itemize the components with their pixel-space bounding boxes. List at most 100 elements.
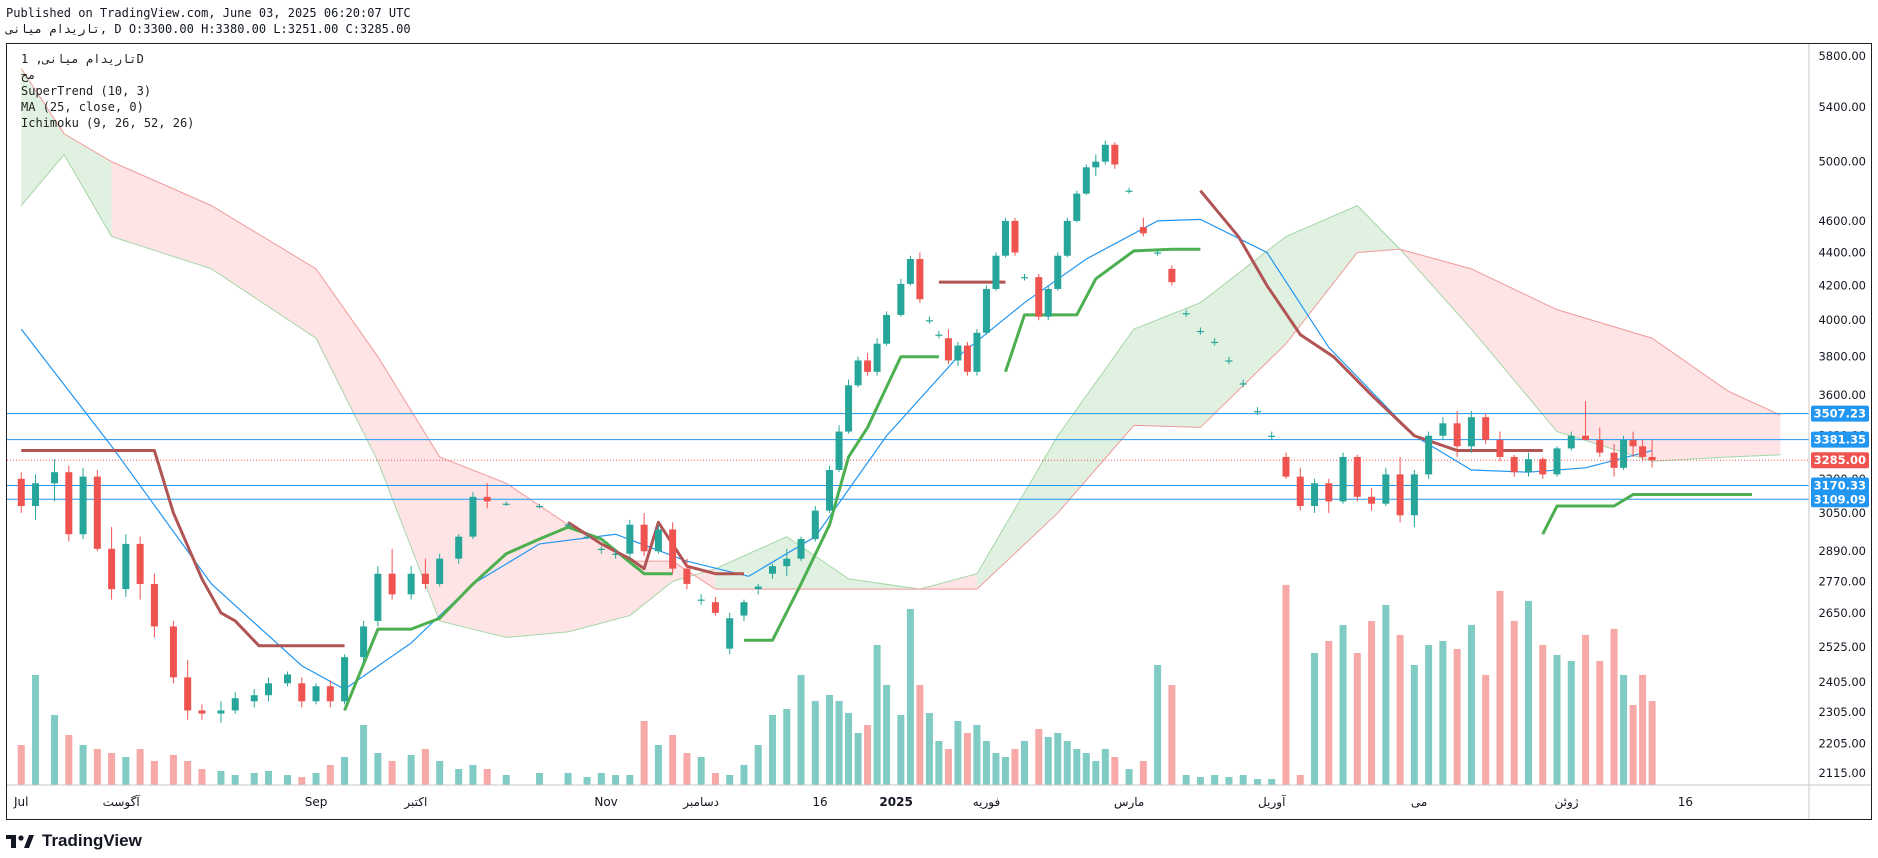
price-chart[interactable]: 5800.00 5400.00 5000.00 4600.00 4400.00 4200.… [7, 44, 1871, 819]
candle-body [1553, 448, 1561, 475]
volume-bar [597, 772, 605, 785]
candle-body [312, 686, 320, 702]
volume-bar [954, 720, 962, 785]
ichimoku-cloud-segment [976, 435, 1058, 590]
candle-body [1125, 190, 1133, 192]
candle-body [654, 529, 662, 552]
candle-body [683, 568, 691, 584]
candle-body [754, 586, 762, 590]
volume-bar [916, 684, 924, 785]
volume-bar [1410, 664, 1418, 785]
candle-body [797, 539, 805, 559]
candle-body [1510, 456, 1518, 473]
volume-bar [583, 776, 591, 785]
volume-bar [1154, 664, 1162, 785]
volume-bar [697, 756, 705, 785]
candle-body [963, 345, 971, 372]
candle-body [697, 599, 705, 601]
volume-bar [883, 684, 891, 785]
ichimoku-cloud-segment [316, 268, 378, 462]
price-tick-label: 3600.00 [1818, 388, 1866, 402]
volume-bar [1225, 776, 1233, 785]
chart-frame[interactable]: 5800.00 5400.00 5000.00 4600.00 4400.00 4200.… [6, 43, 1872, 820]
legend-ichimoku[interactable]: Ichimoku (9, 26, 52, 26) [21, 115, 194, 131]
candle-body [231, 698, 239, 711]
ichimoku-span-a [20, 153, 1781, 638]
volume-bar [797, 674, 805, 785]
candle-body [1225, 360, 1233, 362]
volume-bar [1339, 624, 1347, 785]
candle-body [1639, 446, 1647, 457]
volume-bar [826, 694, 834, 785]
volume-bar [198, 768, 206, 785]
candle-body [1239, 383, 1247, 385]
volume-bar [626, 774, 634, 785]
candle-body [360, 626, 368, 658]
level-price-label: 3170.33 [1814, 478, 1866, 492]
volume-bar [122, 756, 130, 785]
volume-bar [1020, 740, 1028, 785]
volume-bar [992, 752, 1000, 785]
volume-bar [502, 774, 510, 785]
volume-bar [536, 772, 544, 785]
time-tick-label: 16 [812, 795, 827, 809]
time-tick-label: ژوئن [1554, 795, 1578, 810]
ichimoku-cloud-segment [1728, 391, 1781, 457]
candle-body [1111, 144, 1119, 165]
volume-bar [1001, 756, 1009, 785]
volume-bar [1453, 648, 1461, 785]
ichimoku-cloud-segment [629, 561, 673, 616]
volume-bar [17, 744, 25, 785]
ichimoku-cloud-segment [1285, 205, 1358, 344]
volume-bar [374, 752, 382, 785]
volume-bar [388, 760, 396, 785]
legend-supertrend[interactable]: SuperTrend (10, 3) [21, 83, 151, 99]
volume-bar [1268, 778, 1276, 785]
volume-bar [873, 644, 881, 785]
volume-bar [811, 700, 819, 785]
volume-bar [1063, 740, 1071, 785]
volume-bar [1073, 748, 1081, 785]
volume-bar [1467, 624, 1475, 785]
volume-bar [312, 772, 320, 785]
candle-body [845, 385, 853, 432]
volume-bar [1396, 634, 1404, 785]
candle-body [640, 524, 648, 552]
time-tick-label: آگوست [103, 794, 141, 810]
candle-body [1453, 423, 1461, 447]
candle-body [1539, 459, 1547, 475]
volume-bar [51, 714, 59, 785]
price-tick-label: 2205.00 [1818, 737, 1866, 751]
volume-bar [184, 760, 192, 785]
ichimoku-cloud-segment [1200, 236, 1286, 428]
tradingview-logo[interactable]: TradingView [6, 830, 142, 852]
volume-bar [754, 744, 762, 785]
candle-body [826, 469, 834, 511]
candle-body [916, 258, 924, 300]
candle-body [17, 478, 25, 506]
candle-body [1596, 439, 1604, 453]
candle-body [374, 573, 382, 621]
candle-body [1582, 435, 1590, 440]
volume-bar [973, 724, 981, 785]
candle-body [992, 255, 1000, 289]
volume-bar [783, 708, 791, 785]
candle-body [1439, 423, 1447, 436]
volume-bar [436, 760, 444, 785]
legend-ma[interactable]: MA (25, close, 0) [21, 99, 144, 115]
candle-body [455, 536, 463, 559]
volume-bar [1044, 736, 1052, 785]
candle-body [1629, 439, 1637, 447]
candle-body [1648, 456, 1656, 461]
tradingview-brand-text: TradingView [42, 831, 142, 850]
candle-body [925, 320, 933, 322]
candle-body [1073, 193, 1081, 221]
candle-body [626, 524, 634, 554]
volume-bar [1035, 728, 1043, 785]
candle-body [1154, 252, 1162, 254]
time-tick-label: دسامبر [682, 795, 719, 810]
price-tick-label: 4400.00 [1818, 245, 1866, 259]
candle-body [122, 543, 130, 590]
volume-bar [93, 748, 101, 785]
volume-bar [1368, 620, 1376, 785]
